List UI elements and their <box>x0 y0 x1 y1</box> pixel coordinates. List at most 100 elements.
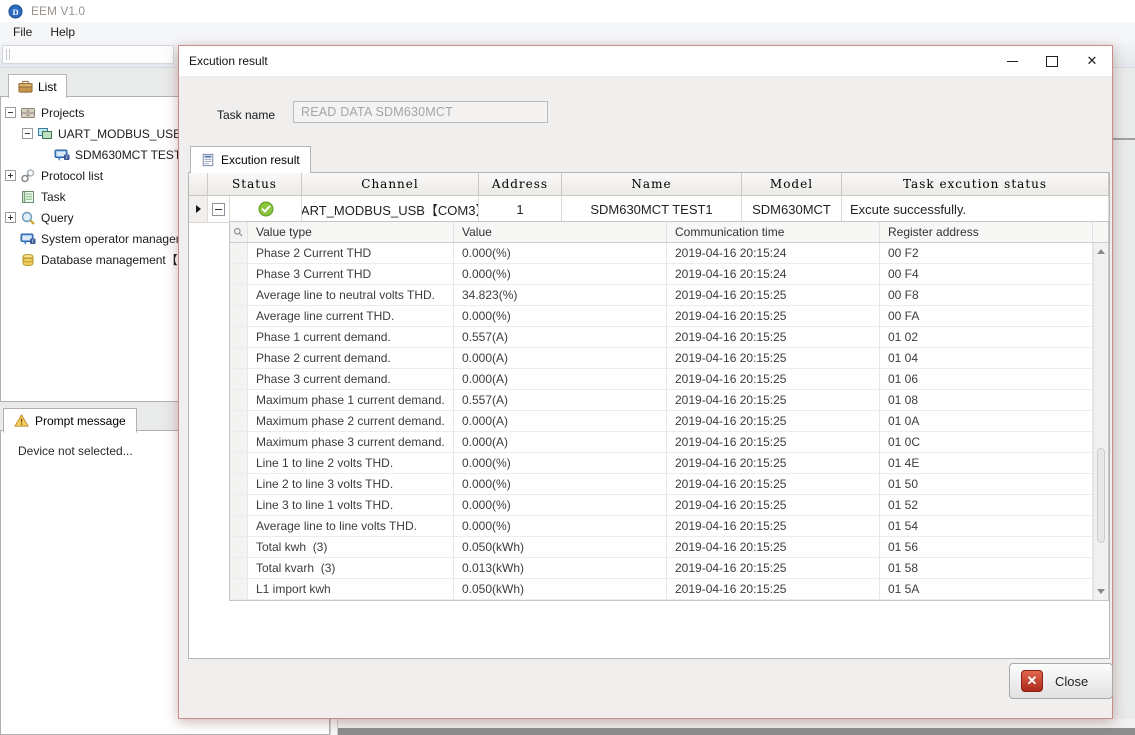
detail-cell-type: Phase 1 current demand. <box>248 327 454 347</box>
filter-icon[interactable] <box>230 222 248 242</box>
detail-cell-register: 01 06 <box>880 369 1093 389</box>
prompt-message-text: Device not selected... <box>18 444 133 458</box>
detail-row[interactable]: L1 import kwh0.050(kWh)2019-04-16 20:15:… <box>230 579 1108 600</box>
detail-row[interactable]: Phase 1 current demand.0.557(A)2019-04-1… <box>230 327 1108 348</box>
column-header[interactable]: Value <box>454 222 667 242</box>
panel-splitter[interactable] <box>330 719 338 735</box>
toolbar-field[interactable] <box>2 45 174 64</box>
channel-icon <box>37 126 53 142</box>
column-header[interactable]: Channel <box>302 173 479 195</box>
detail-row[interactable]: Maximum phase 3 current demand.0.000(A)2… <box>230 432 1108 453</box>
detail-row[interactable]: Total kvarh (3)0.013(kWh)2019-04-16 20:1… <box>230 558 1108 579</box>
svg-text:f: f <box>66 154 68 161</box>
execution-result-dialog: Excution result ✕ Task name Excution res… <box>178 45 1113 719</box>
tab-prompt-message-label: Prompt message <box>35 414 126 428</box>
detail-row[interactable]: Line 3 to line 1 volts THD.0.000(%)2019-… <box>230 495 1108 516</box>
detail-cell-time: 2019-04-16 20:15:25 <box>667 474 880 494</box>
detail-cell-register: 01 0A <box>880 411 1093 431</box>
menu-help[interactable]: Help <box>41 23 84 41</box>
window-titlebar: D EEM V1.0 <box>0 0 1135 22</box>
row-indicator <box>230 327 248 347</box>
detail-cell-time: 2019-04-16 20:15:25 <box>667 516 880 536</box>
dialog-title: Excution result <box>189 54 268 68</box>
tab-list[interactable]: List <box>8 74 67 98</box>
row-indicator <box>230 579 248 599</box>
detail-row[interactable]: Line 1 to line 2 volts THD.0.000(%)2019-… <box>230 453 1108 474</box>
detail-cell-type: Phase 3 current demand. <box>248 369 454 389</box>
master-cell-task-status: Excute successfully. <box>842 196 1109 222</box>
column-header[interactable]: Name <box>562 173 742 195</box>
column-header[interactable]: Model <box>742 173 842 195</box>
detail-cell-value: 0.000(A) <box>454 432 667 452</box>
task-name-input[interactable] <box>293 101 548 123</box>
row-indicator <box>230 432 248 452</box>
detail-row[interactable]: Average line current THD.0.000(%)2019-04… <box>230 306 1108 327</box>
scroll-down-arrow[interactable] <box>1094 584 1108 599</box>
column-header[interactable]: Status <box>208 173 302 195</box>
dialog-titlebar[interactable]: Excution result ✕ <box>179 46 1112 76</box>
row-indicator <box>230 474 248 494</box>
maximize-button[interactable] <box>1032 46 1072 76</box>
detail-cell-register: 01 04 <box>880 348 1093 368</box>
scroll-up-arrow[interactable] <box>1094 244 1108 259</box>
row-indicator <box>230 453 248 473</box>
detail-row[interactable]: Phase 3 Current THD0.000(%)2019-04-16 20… <box>230 264 1108 285</box>
close-button[interactable]: ✕ Close <box>1009 663 1113 699</box>
row-indicator <box>230 537 248 557</box>
detail-cell-value: 0.000(%) <box>454 516 667 536</box>
menu-file[interactable]: File <box>4 23 41 41</box>
minimize-button[interactable] <box>992 46 1032 76</box>
detail-row[interactable]: Phase 2 current demand.0.000(A)2019-04-1… <box>230 348 1108 369</box>
bottom-panel-edge <box>338 728 1135 735</box>
task-icon <box>20 189 36 205</box>
dialog-window-buttons: ✕ <box>992 46 1112 76</box>
detail-cell-time: 2019-04-16 20:15:25 <box>667 306 880 326</box>
close-x-button[interactable]: ✕ <box>1072 46 1112 76</box>
detail-cell-time: 2019-04-16 20:15:25 <box>667 558 880 578</box>
row-indicator <box>230 516 248 536</box>
right-panel-edge <box>1113 138 1135 140</box>
detail-row[interactable]: Maximum phase 1 current demand.0.557(A)2… <box>230 390 1108 411</box>
tree-expander-minus[interactable] <box>5 107 16 118</box>
toolbar-grip-icon[interactable] <box>6 49 12 60</box>
detail-cell-type: Phase 2 Current THD <box>248 243 454 263</box>
tab-prompt-message[interactable]: Prompt message <box>3 408 137 433</box>
row-indicator <box>230 495 248 515</box>
detail-row[interactable]: Average line to line volts THD.0.000(%)2… <box>230 516 1108 537</box>
vertical-scrollbar[interactable] <box>1093 243 1108 600</box>
database-icon <box>20 252 36 268</box>
detail-cell-type: Average line to line volts THD. <box>248 516 454 536</box>
collapse-row-button[interactable] <box>212 203 225 216</box>
detail-row[interactable]: Average line to neutral volts THD.34.823… <box>230 285 1108 306</box>
column-header[interactable]: Register address <box>880 222 1093 242</box>
detail-cell-type: Phase 3 Current THD <box>248 264 454 284</box>
scroll-thumb[interactable] <box>1097 448 1105 543</box>
detail-cell-value: 0.557(A) <box>454 327 667 347</box>
detail-row[interactable]: Phase 3 current demand.0.000(A)2019-04-1… <box>230 369 1108 390</box>
column-header[interactable]: Task excution status <box>842 173 1109 195</box>
row-indicator <box>230 348 248 368</box>
tree-expander-minus[interactable] <box>22 128 33 139</box>
operator-icon: f <box>20 231 36 247</box>
detail-row[interactable]: Line 2 to line 3 volts THD.0.000(%)2019-… <box>230 474 1108 495</box>
detail-grid-header: Value typeValueCommunication timeRegiste… <box>230 222 1108 243</box>
master-row[interactable]: UART_MODBUS_USB【COM3】1SDM630MCT TEST1SDM… <box>189 196 1109 223</box>
column-header[interactable]: Communication time <box>667 222 880 242</box>
tab-execution-result[interactable]: Excution result <box>190 146 311 173</box>
detail-row[interactable]: Total kwh (3)0.050(kWh)2019-04-16 20:15:… <box>230 537 1108 558</box>
detail-cell-register: 01 5A <box>880 579 1093 599</box>
detail-row[interactable]: Phase 2 Current THD0.000(%)2019-04-16 20… <box>230 243 1108 264</box>
tree-item-label: Protocol list <box>41 169 103 183</box>
column-header[interactable]: Address <box>479 173 562 195</box>
row-arrow-icon <box>196 205 201 213</box>
detail-cell-type: Line 3 to line 1 volts THD. <box>248 495 454 515</box>
detail-cell-register: 01 08 <box>880 390 1093 410</box>
detail-cell-type: Total kwh (3) <box>248 537 454 557</box>
tree-expander-plus[interactable] <box>5 170 16 181</box>
detail-cell-type: Total kvarh (3) <box>248 558 454 578</box>
warning-icon <box>14 413 29 428</box>
tree-expander-plus[interactable] <box>5 212 16 223</box>
detail-row[interactable]: Maximum phase 2 current demand.0.000(A)2… <box>230 411 1108 432</box>
menubar: File Help <box>0 22 1135 42</box>
column-header[interactable]: Value type <box>248 222 454 242</box>
